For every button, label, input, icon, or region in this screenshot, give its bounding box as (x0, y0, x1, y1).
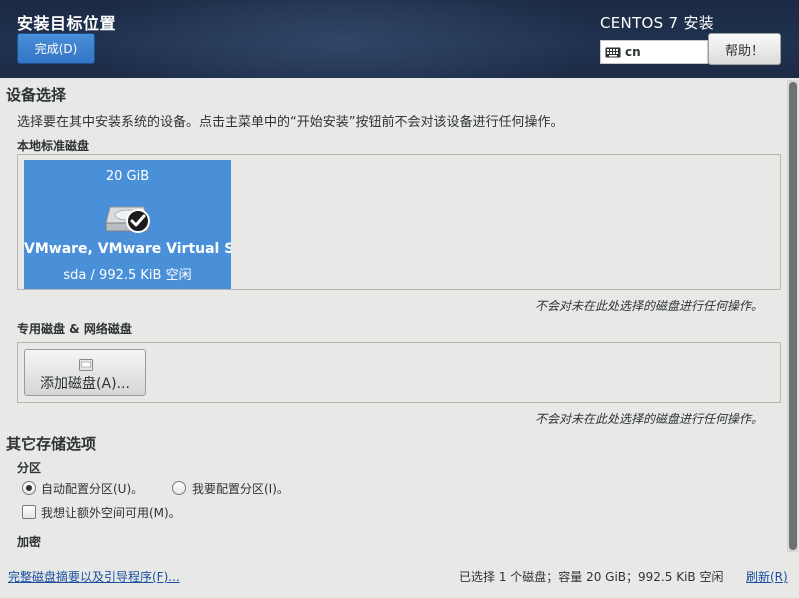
specialized-disks-note: 不会对未在此处选择的磁盘进行任何操作。 (535, 412, 764, 426)
device-selection-title: 设备选择 (6, 86, 67, 104)
keyboard-icon (605, 47, 621, 58)
local-disks-heading: 本地标准磁盘 (17, 139, 90, 153)
scrollbar-thumb[interactable] (789, 82, 797, 550)
add-disk-label: 添加磁盘(A)... (40, 376, 130, 392)
help-button[interactable]: 帮助！ (708, 33, 781, 65)
disk-device-free: sda / 992.5 KiB 空闲 (63, 268, 192, 283)
disk-size: 20 GiB (105, 169, 150, 184)
manual-partition-label[interactable]: 我要配置分区(I)。 (192, 480, 289, 497)
local-disks-note: 不会对未在此处选择的磁盘进行任何操作。 (535, 299, 764, 313)
keyboard-layout-indicator[interactable]: cn (600, 40, 708, 64)
scroll-clip (0, 548, 786, 554)
product-title: CENTOS 7 安装 (600, 14, 715, 32)
auto-partition-label[interactable]: 自动配置分区(U)。 (41, 480, 143, 497)
extra-space-checkbox[interactable] (22, 505, 36, 519)
add-disk-button[interactable]: 添加磁盘(A)... (24, 349, 146, 396)
disk-tile-sda[interactable]: 20 GiB VMware, VMware Virtual S sda / 99… (24, 160, 231, 289)
other-storage-title: 其它存储选项 (6, 435, 97, 453)
refresh-link[interactable]: 刷新(R) (746, 568, 788, 585)
device-selection-description: 选择要在其中安装系统的设备。点击主菜单中的“开始安装”按钮前不会对该设备进行任何… (17, 115, 564, 130)
keyboard-layout-label: cn (625, 45, 641, 59)
manual-partition-radio[interactable] (172, 481, 186, 495)
done-button[interactable]: 完成(D) (17, 33, 95, 64)
extra-space-label[interactable]: 我想让额外空间可用(M)。 (41, 504, 181, 521)
disk-name: VMware, VMware Virtual S (24, 241, 231, 257)
selection-status: 已选择 1 个磁盘；容量 20 GiB；992.5 KiB 空闲 (459, 570, 724, 584)
auto-partition-radio[interactable] (22, 481, 36, 495)
page-title: 安装目标位置 (17, 14, 117, 33)
header-bar: 安装目标位置 完成(D) CENTOS 7 安装 cn 帮助！ (0, 0, 799, 78)
specialized-disks-heading: 专用磁盘 & 网络磁盘 (17, 322, 132, 336)
disk-summary-link[interactable]: 完整磁盘摘要以及引导程序(F)... (8, 568, 180, 585)
hard-disk-checked-icon (104, 197, 154, 241)
partition-heading: 分区 (17, 461, 42, 475)
